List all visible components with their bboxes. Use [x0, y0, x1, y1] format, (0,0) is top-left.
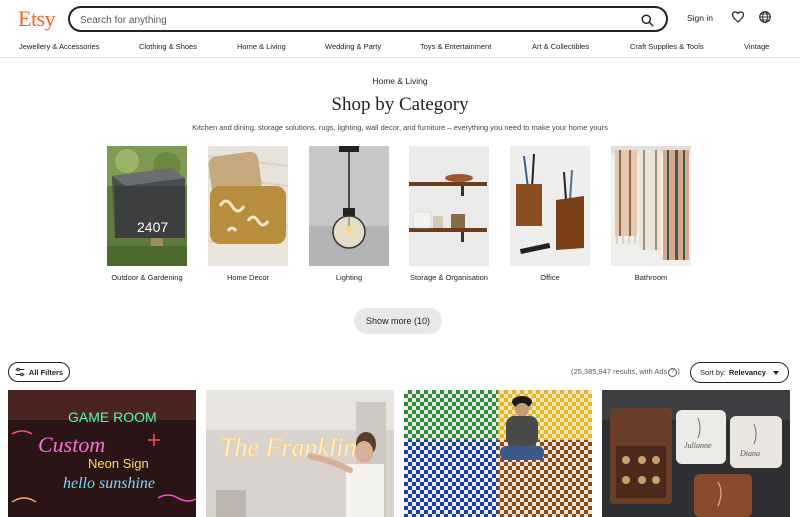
neon-text-2: Custom — [38, 432, 105, 457]
wall-shelves-photo — [409, 146, 489, 266]
category-label: Storage & Organisation — [410, 273, 488, 282]
globe-icon[interactable] — [758, 10, 772, 24]
nav-item-vintage[interactable]: Vintage — [744, 42, 769, 51]
sort-prefix: Sort by: — [700, 368, 726, 377]
category-label: Outdoor & Gardening — [111, 273, 183, 282]
nav-item-home-living[interactable]: Home & Living — [237, 42, 286, 51]
search-bar[interactable] — [68, 6, 668, 32]
search-button[interactable] — [638, 11, 656, 29]
checkered-rug-photo — [404, 390, 592, 517]
heart-icon[interactable] — [731, 10, 745, 24]
nav-item-clothing[interactable]: Clothing & Shoes — [139, 42, 197, 51]
pen-holders-photo — [510, 146, 590, 266]
neon-text-3: hello sunshine — [63, 475, 155, 492]
pendant-lamp-photo — [309, 146, 389, 266]
custom-neon-photo: The Franklins — [206, 390, 394, 517]
category-label: Office — [540, 273, 560, 282]
jewelry-box-photo: Julianne Diana — [602, 390, 790, 517]
results-count: (25,385,947 results, with Ads?) — [571, 367, 680, 377]
pillows-photo — [208, 146, 288, 266]
all-filters-button[interactable]: All Filters — [8, 362, 70, 382]
neon-signs-photo: GAME ROOM Custom hello sunshine Neon Sig… — [8, 390, 196, 517]
neon-sign-text: The Franklins — [220, 433, 367, 462]
category-card-home-decor[interactable]: Home Decor — [208, 146, 288, 283]
header: Etsy Sign in — [0, 0, 800, 38]
caret-down-icon — [772, 370, 779, 375]
show-more-button[interactable]: Show more (10) — [354, 308, 442, 334]
sign-in-link[interactable]: Sign in — [687, 13, 713, 23]
etsy-logo[interactable]: Etsy — [18, 6, 56, 32]
listing-card-jewelry-box[interactable]: Julianne Diana — [602, 390, 790, 517]
listing-card-custom-neon[interactable]: The Franklins — [206, 390, 394, 517]
listing-card-checkered-rug[interactable] — [404, 390, 592, 517]
nav-item-wedding[interactable]: Wedding & Party — [325, 42, 381, 51]
category-card-office[interactable]: Office — [510, 146, 590, 283]
engraved-name-2: Diana — [739, 449, 760, 458]
results-text: (25,385,947 results, with Ads — [571, 367, 668, 376]
sort-value: Relevancy — [728, 368, 766, 377]
category-label: Lighting — [335, 273, 363, 282]
svg-text:2407: 2407 — [137, 219, 168, 235]
nav-item-craft[interactable]: Craft Supplies & Tools — [630, 42, 704, 51]
category-nav: Jewellery & Accessories Clothing & Shoes… — [0, 38, 800, 58]
results-close-paren: ) — [677, 367, 680, 376]
category-card-bathroom[interactable]: Bathroom — [611, 146, 691, 283]
info-icon[interactable]: ? — [668, 367, 678, 377]
nav-item-jewellery[interactable]: Jewellery & Accessories — [19, 42, 99, 51]
category-card-outdoor[interactable]: 2407 Outdoor & Gardening — [107, 146, 187, 283]
towels-photo — [611, 146, 691, 266]
breadcrumb[interactable]: Home & Living — [0, 76, 800, 86]
engraved-name-1: Julianne — [684, 441, 712, 450]
page-title: Shop by Category — [331, 94, 469, 115]
category-card-lighting[interactable]: Lighting — [309, 146, 389, 283]
neon-text-1: GAME ROOM — [68, 409, 157, 425]
category-label: Home Decor — [226, 273, 270, 282]
category-card-storage[interactable]: Storage & Organisation — [409, 146, 489, 283]
search-input[interactable] — [80, 11, 620, 29]
neon-text-4: Neon Sign — [88, 456, 149, 471]
category-label: Bathroom — [634, 273, 668, 282]
nav-item-toys[interactable]: Toys & Entertainment — [420, 42, 491, 51]
nav-item-art[interactable]: Art & Collectibles — [532, 42, 589, 51]
mailbox-photo: 2407 — [107, 146, 187, 266]
sort-dropdown[interactable]: Sort by: Relevancy — [690, 362, 789, 383]
all-filters-label: All Filters — [28, 367, 64, 377]
filter-sliders-icon — [15, 367, 25, 377]
page-subtitle: Kitchen and dining, storage solutions, r… — [192, 123, 608, 132]
listing-card-neon-signs[interactable]: GAME ROOM Custom hello sunshine Neon Sig… — [8, 390, 196, 517]
search-icon — [640, 13, 654, 27]
